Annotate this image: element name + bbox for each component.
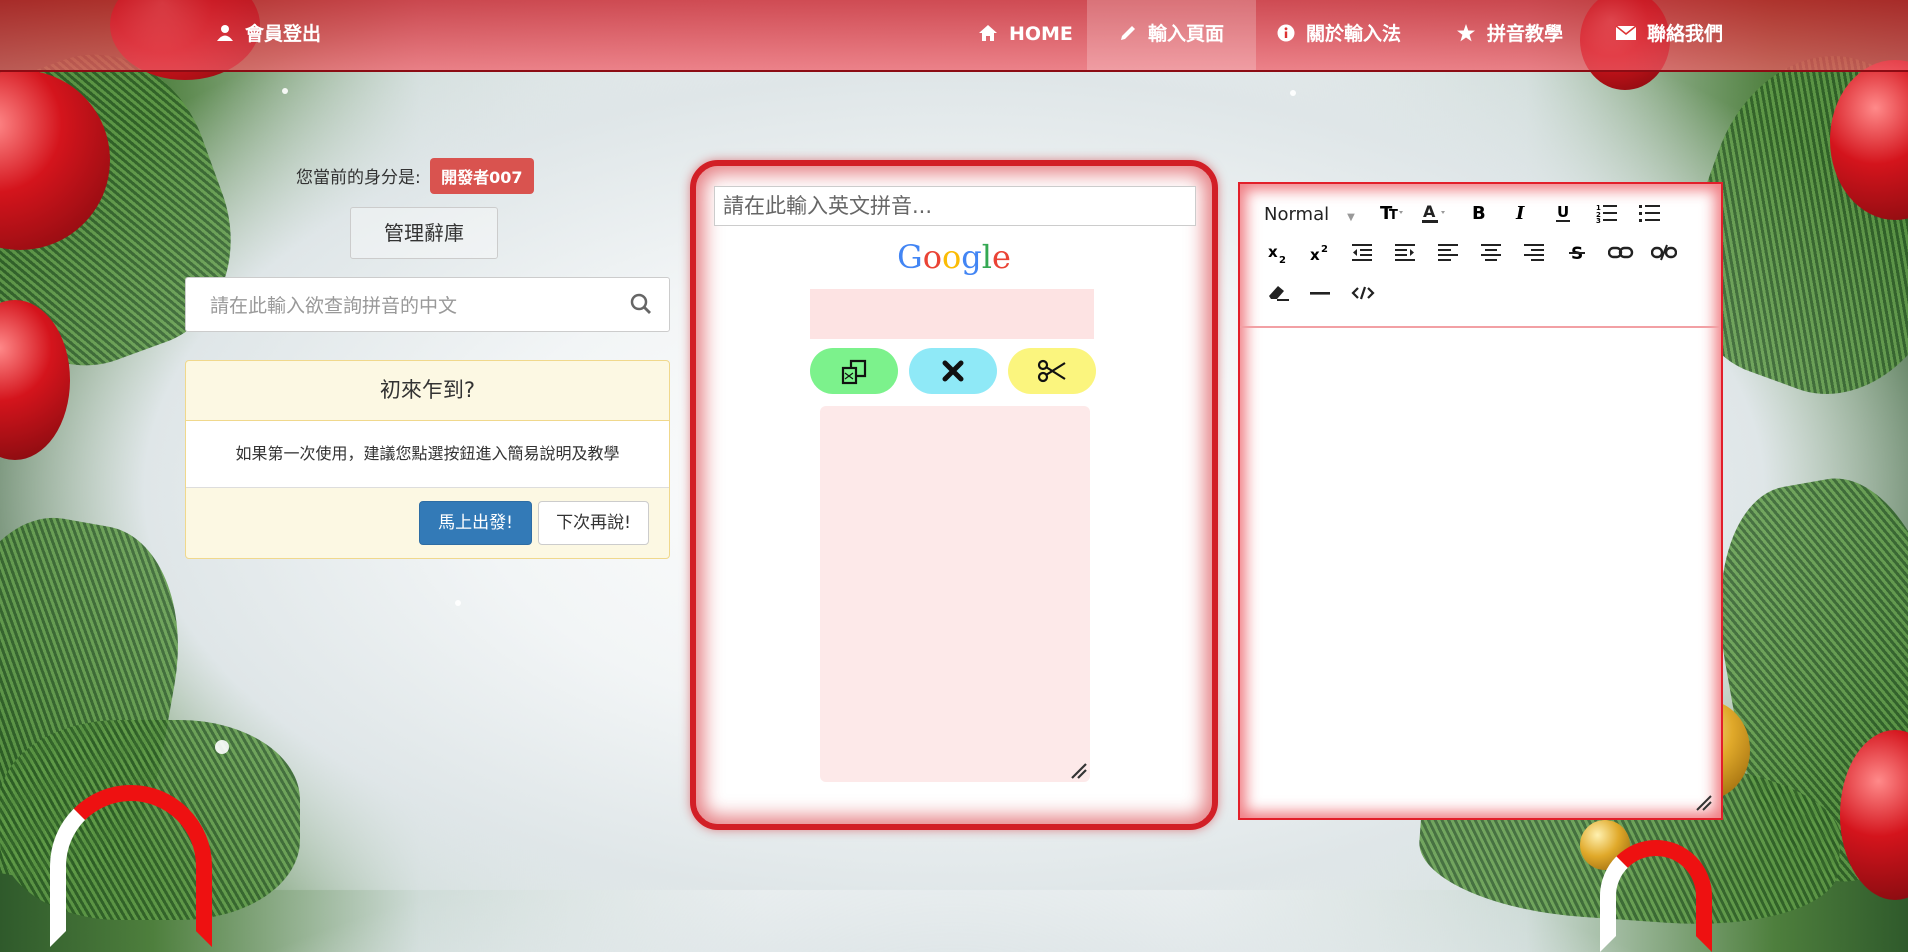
svg-text:B: B — [1472, 203, 1486, 224]
editor-content-area[interactable] — [1244, 330, 1717, 814]
scissors-icon — [1037, 359, 1067, 387]
pine-branch-decoration — [0, 24, 264, 396]
ordered-list-icon[interactable]: 123 — [1593, 202, 1621, 229]
nav-home-label: HOME — [1008, 23, 1073, 45]
horizontal-rule-icon[interactable] — [1306, 282, 1334, 309]
role-badge: 開發者007 — [430, 158, 534, 194]
align-center-icon[interactable] — [1478, 242, 1506, 269]
star-icon — [1456, 21, 1483, 45]
unlink-icon[interactable] — [1650, 242, 1678, 269]
subscript-icon[interactable]: x2 — [1264, 242, 1292, 271]
ornament-ball-decoration — [0, 70, 110, 250]
chevron-down-icon: ▼ — [1347, 212, 1355, 223]
align-left-icon[interactable] — [1435, 242, 1463, 269]
nav-pinyin-tutorial-label: 拼音教學 — [1486, 23, 1563, 45]
snowflake-decoration — [215, 740, 229, 754]
nav-about-label: 關於輸入法 — [1305, 23, 1401, 45]
home-icon — [978, 21, 1005, 45]
resize-grip-icon[interactable] — [1068, 760, 1088, 780]
bullet-list-icon[interactable] — [1636, 202, 1664, 229]
nav-contact[interactable]: 聯絡我們 — [1615, 0, 1723, 70]
font-color-icon[interactable]: A — [1420, 202, 1448, 231]
lookup-search-box — [185, 277, 670, 333]
ornament-ball-decoration — [1830, 60, 1908, 220]
ornament-ball-decoration — [0, 300, 70, 460]
search-icon[interactable] — [629, 292, 653, 316]
nav-input-page[interactable]: 輸入頁面 — [1087, 0, 1256, 70]
close-icon — [941, 360, 965, 387]
outdent-icon[interactable] — [1349, 242, 1377, 269]
pine-branch-decoration — [1696, 463, 1908, 897]
snowflake-decoration — [282, 88, 288, 94]
pine-branch-decoration — [0, 502, 200, 898]
user-icon — [216, 21, 241, 45]
identity-line: 您當前的身分是: 開發者007 — [296, 158, 534, 194]
svg-text:2: 2 — [1279, 255, 1286, 266]
copy-icon — [840, 359, 868, 389]
ornament-ball-decoration — [1840, 730, 1908, 900]
candidate-bar[interactable] — [810, 289, 1094, 339]
output-textarea[interactable] — [820, 406, 1090, 782]
nav-home[interactable]: HOME — [978, 0, 1073, 70]
editor-toolbar: Normal ▼ TT A B I U 123 x2 x2 — [1240, 184, 1721, 328]
pine-branch-decoration — [0, 720, 300, 920]
align-right-icon[interactable] — [1521, 242, 1549, 269]
svg-text:x: x — [1310, 246, 1320, 264]
info-icon — [1277, 21, 1302, 45]
svg-text:T: T — [1389, 208, 1398, 223]
start-tutorial-button[interactable]: 馬上出發! — [419, 501, 532, 545]
nav-logout-label: 會員登出 — [244, 23, 321, 45]
snowflake-decoration — [455, 600, 461, 606]
nav-about[interactable]: 關於輸入法 — [1277, 0, 1401, 70]
welcome-heading: 初來乍到? — [186, 361, 669, 421]
nav-contact-label: 聯絡我們 — [1646, 23, 1723, 45]
strikethrough-icon[interactable]: S — [1564, 242, 1592, 269]
cut-button[interactable] — [1008, 348, 1096, 394]
welcome-body: 如果第一次使用，建議您點選按鈕進入簡易說明及教學 — [186, 421, 669, 488]
clear-button[interactable] — [909, 348, 997, 394]
clear-format-icon[interactable] — [1264, 282, 1292, 309]
format-select-label: Normal — [1264, 204, 1330, 225]
svg-text:x: x — [1268, 243, 1278, 261]
ornament-ball-decoration — [1580, 820, 1630, 870]
svg-text:3: 3 — [1596, 217, 1601, 224]
nav-input-page-label: 輸入頁面 — [1147, 23, 1224, 45]
snowflake-decoration — [1290, 90, 1296, 96]
format-select[interactable]: Normal ▼ — [1264, 204, 1355, 225]
envelope-icon — [1615, 21, 1643, 45]
google-logo: Google — [897, 238, 1011, 276]
candy-cane-decoration — [50, 785, 212, 947]
svg-text:A: A — [1423, 202, 1436, 221]
nav-pinyin-tutorial[interactable]: 拼音教學 — [1456, 0, 1563, 70]
lookup-input[interactable] — [208, 278, 632, 333]
candy-cane-decoration — [1600, 840, 1712, 952]
link-icon[interactable] — [1607, 242, 1635, 269]
manage-dictionary-button[interactable]: 管理辭庫 — [350, 207, 498, 259]
italic-icon[interactable]: I — [1507, 202, 1535, 229]
bold-icon[interactable]: B — [1465, 202, 1493, 229]
nav-logout[interactable]: 會員登出 — [216, 0, 321, 70]
code-view-icon[interactable] — [1349, 282, 1377, 309]
copy-button[interactable] — [810, 348, 898, 394]
pinyin-input[interactable] — [714, 186, 1196, 226]
welcome-panel: 初來乍到? 如果第一次使用，建議您點選按鈕進入簡易說明及教學 馬上出發! 下次再… — [185, 360, 670, 559]
pinyin-ime-panel: Google — [690, 160, 1218, 830]
pencil-icon — [1119, 21, 1144, 45]
font-size-icon[interactable]: TT — [1378, 202, 1406, 229]
indent-icon[interactable] — [1392, 242, 1420, 269]
underline-icon[interactable]: U — [1550, 202, 1578, 229]
resize-grip-icon[interactable] — [1693, 792, 1713, 812]
svg-text:2: 2 — [1321, 244, 1328, 255]
skip-tutorial-button[interactable]: 下次再說! — [538, 501, 649, 545]
superscript-icon[interactable]: x2 — [1306, 242, 1334, 271]
rich-text-editor: Normal ▼ TT A B I U 123 x2 x2 — [1238, 182, 1723, 820]
top-navbar: 會員登出 HOME 輸入頁面 關於輸入法 拼音教學 聯絡我們 — [0, 0, 1908, 72]
identity-prefix: 您當前的身分是: — [296, 168, 421, 188]
svg-text:U: U — [1557, 203, 1569, 221]
svg-text:I: I — [1515, 203, 1525, 224]
